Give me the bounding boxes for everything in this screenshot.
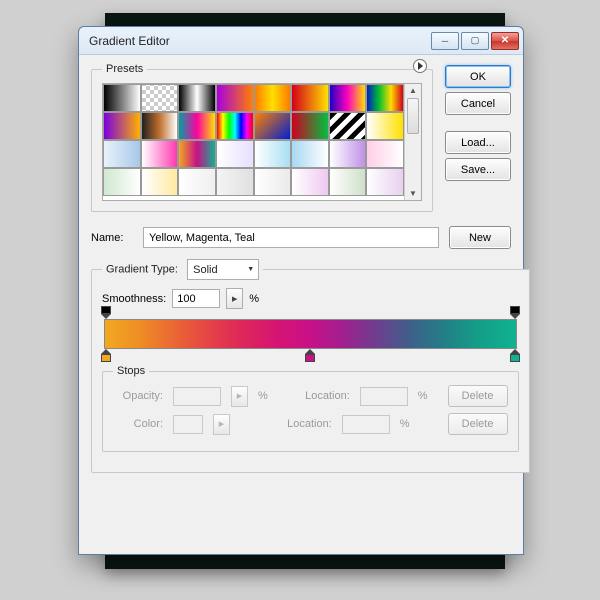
preset-swatch[interactable]: [141, 168, 179, 196]
presets-legend: Presets: [102, 63, 147, 75]
opacity-stop[interactable]: [101, 306, 111, 319]
smoothness-input[interactable]: 100: [172, 289, 220, 308]
name-row: Name: Yellow, Magenta, Teal New: [91, 226, 511, 249]
new-button[interactable]: New: [449, 226, 511, 249]
percent-unit: %: [418, 390, 428, 402]
presets-menu-button[interactable]: [413, 59, 427, 73]
gradient-type-row: Gradient Type: Solid: [102, 259, 263, 280]
smoothness-unit: %: [249, 293, 259, 305]
opacity-stepper: ▶: [231, 386, 248, 407]
preset-swatch[interactable]: [216, 84, 254, 112]
preset-swatch[interactable]: [103, 112, 141, 140]
opacity-stop[interactable]: [510, 306, 520, 319]
preset-swatch[interactable]: [254, 84, 292, 112]
preset-swatch[interactable]: [366, 168, 404, 196]
location-label: Location:: [300, 390, 350, 402]
load-button[interactable]: Load...: [445, 131, 511, 154]
ok-button[interactable]: OK: [445, 65, 511, 88]
color-picker-stepper: ▶: [213, 414, 230, 435]
delete-color-stop-button: Delete: [448, 413, 508, 435]
gradient-type-select[interactable]: Solid: [187, 259, 259, 280]
preset-swatch[interactable]: [291, 84, 329, 112]
scroll-thumb[interactable]: [407, 98, 419, 134]
preset-swatch[interactable]: [254, 168, 292, 196]
close-button[interactable]: ✕: [491, 32, 519, 50]
preset-swatch[interactable]: [178, 140, 216, 168]
dialog-body: Presets: [79, 55, 523, 493]
preset-swatch[interactable]: [366, 112, 404, 140]
opacity-input: [173, 387, 221, 406]
preset-swatch[interactable]: [329, 84, 367, 112]
stops-legend: Stops: [113, 365, 149, 377]
opacity-label: Opacity:: [113, 390, 163, 402]
window-title: Gradient Editor: [89, 34, 431, 48]
preset-swatch[interactable]: [216, 112, 254, 140]
preset-swatch[interactable]: [141, 112, 179, 140]
preset-swatch[interactable]: [216, 140, 254, 168]
preset-grid: [103, 84, 404, 200]
action-buttons: OK Cancel Load... Save...: [445, 63, 511, 222]
cancel-button[interactable]: Cancel: [445, 92, 511, 115]
color-stop[interactable]: [101, 349, 111, 362]
save-button[interactable]: Save...: [445, 158, 511, 181]
color-location-input: [342, 415, 390, 434]
location-label: Location:: [282, 418, 332, 430]
color-stop[interactable]: [510, 349, 520, 362]
preset-swatch[interactable]: [329, 112, 367, 140]
preset-swatch[interactable]: [291, 168, 329, 196]
titlebar[interactable]: Gradient Editor ─ ▢ ✕: [79, 27, 523, 55]
scroll-up-arrow-icon[interactable]: ▲: [405, 84, 421, 97]
preset-swatch[interactable]: [178, 168, 216, 196]
percent-unit: %: [258, 390, 268, 402]
presets-group: Presets: [91, 63, 433, 212]
preset-swatch[interactable]: [329, 168, 367, 196]
gradient-settings-group: Gradient Type: Solid Smoothness: 100 ▶ %…: [91, 259, 530, 473]
preset-swatch[interactable]: [366, 84, 404, 112]
preset-swatch[interactable]: [254, 140, 292, 168]
scroll-down-arrow-icon[interactable]: ▼: [405, 187, 421, 200]
smoothness-row: Smoothness: 100 ▶ %: [102, 288, 519, 309]
gradient-type-label: Gradient Type:: [106, 263, 178, 275]
color-well: [173, 415, 203, 434]
name-label: Name:: [91, 232, 133, 244]
percent-unit: %: [400, 418, 410, 430]
gradient-bar[interactable]: [104, 319, 517, 349]
color-label: Color:: [113, 418, 163, 430]
smoothness-label: Smoothness:: [102, 293, 166, 305]
preset-swatch[interactable]: [103, 84, 141, 112]
gradient-ramp[interactable]: [104, 319, 517, 349]
preset-scrollbar[interactable]: ▲ ▼: [404, 84, 421, 200]
opacity-stop-row: Opacity: ▶ % Location: % Delete: [113, 385, 508, 407]
name-input[interactable]: Yellow, Magenta, Teal: [143, 227, 439, 248]
preset-swatch[interactable]: [291, 140, 329, 168]
preset-swatch[interactable]: [366, 140, 404, 168]
delete-opacity-stop-button: Delete: [448, 385, 508, 407]
preset-swatch[interactable]: [178, 112, 216, 140]
preset-swatch[interactable]: [141, 84, 179, 112]
color-stop-row: Color: ▶ % Location: % Delete: [113, 413, 508, 435]
maximize-button[interactable]: ▢: [461, 32, 489, 50]
minimize-button[interactable]: ─: [431, 32, 459, 50]
opacity-location-input: [360, 387, 408, 406]
preset-swatch[interactable]: [178, 84, 216, 112]
preset-swatch[interactable]: [254, 112, 292, 140]
window-buttons: ─ ▢ ✕: [431, 32, 519, 50]
preset-list: ▲ ▼: [102, 83, 422, 201]
preset-swatch[interactable]: [103, 168, 141, 196]
stops-group: Stops Opacity: ▶ % Location: % Delete Co…: [102, 365, 519, 452]
color-stop[interactable]: [305, 349, 315, 362]
preset-swatch[interactable]: [141, 140, 179, 168]
smoothness-stepper[interactable]: ▶: [226, 288, 243, 309]
preset-swatch[interactable]: [291, 112, 329, 140]
preset-swatch[interactable]: [329, 140, 367, 168]
play-icon: [418, 62, 423, 70]
preset-swatch[interactable]: [103, 140, 141, 168]
preset-swatch[interactable]: [216, 168, 254, 196]
gradient-editor-dialog: Gradient Editor ─ ▢ ✕ Presets: [78, 26, 524, 555]
